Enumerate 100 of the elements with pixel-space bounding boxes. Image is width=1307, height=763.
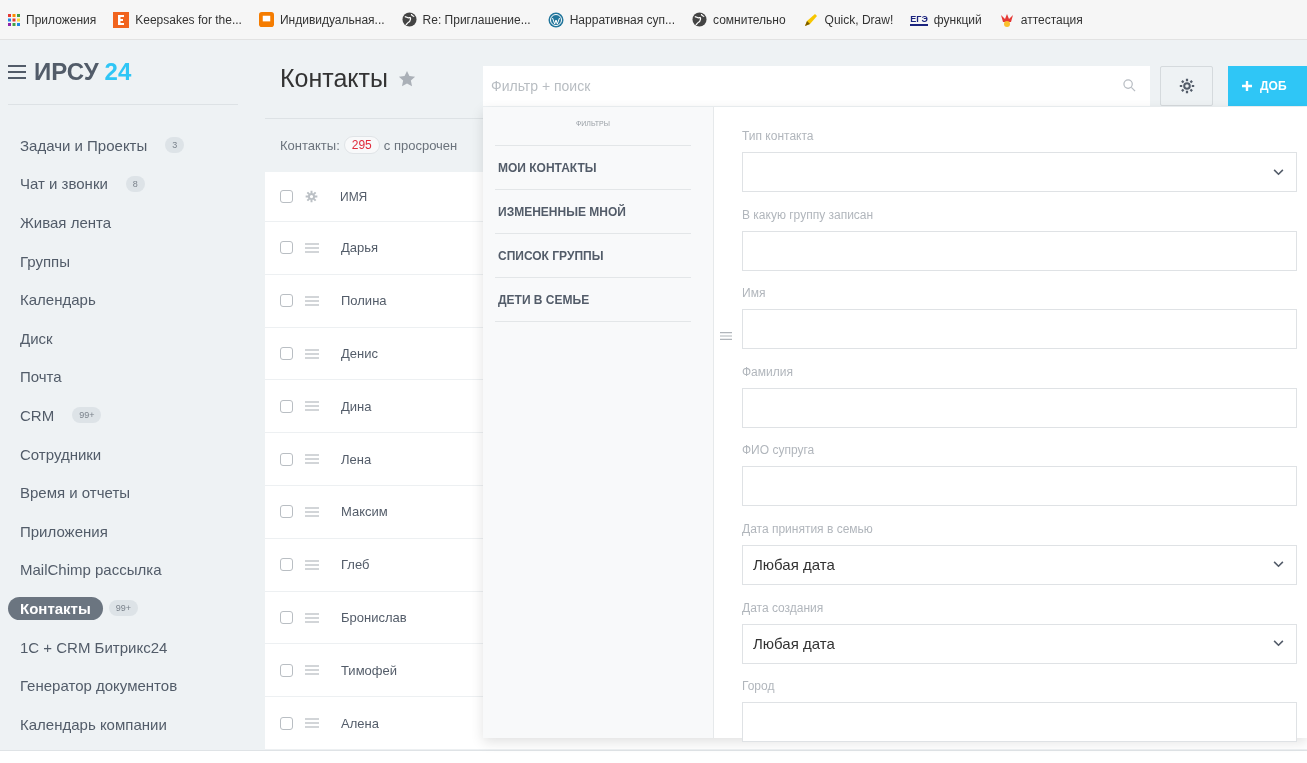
checkbox[interactable] bbox=[280, 611, 293, 624]
sidebar-item[interactable]: Чат и звонки bbox=[0, 172, 120, 196]
chevron-down-icon bbox=[1273, 168, 1284, 176]
contact-name[interactable]: Лена bbox=[341, 451, 372, 467]
drag-handle-icon[interactable] bbox=[305, 506, 319, 517]
input-field[interactable] bbox=[742, 230, 1297, 271]
input-field[interactable] bbox=[742, 309, 1297, 350]
bookmark-link[interactable]: ЕГЭ функций bbox=[910, 12, 982, 27]
sidebar-item[interactable]: Живая лента bbox=[0, 211, 124, 234]
drag-handle-icon[interactable] bbox=[305, 242, 319, 253]
filter-preset[interactable]: СПИСОК ГРУППЫ bbox=[495, 248, 604, 263]
sidebar-item[interactable]: Диск bbox=[0, 326, 65, 350]
sidebar-item[interactable]: Почта bbox=[0, 365, 74, 389]
count-badge: 99+ bbox=[72, 407, 102, 424]
drag-handle-icon[interactable] bbox=[305, 401, 319, 412]
drag-handle-icon[interactable] bbox=[305, 348, 319, 359]
drag-handle-icon[interactable] bbox=[305, 665, 319, 676]
bookmark-link[interactable]: сомнительно bbox=[692, 12, 786, 27]
settings-icon bbox=[1178, 78, 1195, 94]
dropdown-field[interactable] bbox=[742, 152, 1297, 192]
drag-handle-icon[interactable] bbox=[720, 331, 732, 341]
bookmark-link[interactable]: Приложения bbox=[8, 12, 97, 27]
sidebar-item[interactable]: Сотрудники bbox=[0, 442, 114, 466]
sidebar-item[interactable]: CRM bbox=[0, 403, 67, 427]
sidebar-item[interactable]: 1С + CRM Битрикс24 bbox=[0, 635, 180, 659]
input-field[interactable] bbox=[742, 702, 1297, 743]
bookmark-link[interactable]: Индивидуальная... bbox=[258, 12, 385, 27]
input-field[interactable] bbox=[742, 466, 1297, 507]
search-field[interactable]: Фильтр + поиск bbox=[483, 66, 1150, 106]
field-label: Фамилия bbox=[742, 364, 794, 381]
contact-name[interactable]: Дарья bbox=[341, 240, 379, 256]
count-badge: 99+ bbox=[108, 600, 138, 617]
dropdown-field[interactable]: Любая дата bbox=[742, 623, 1297, 664]
contact-name[interactable]: Денис bbox=[341, 346, 378, 361]
drag-handle-icon[interactable] bbox=[305, 612, 319, 623]
checkbox[interactable] bbox=[280, 452, 293, 466]
field-label: Дата создания bbox=[742, 600, 825, 617]
star-icon[interactable] bbox=[398, 69, 416, 88]
checkbox[interactable] bbox=[280, 663, 293, 677]
column-header[interactable]: ИМЯ bbox=[340, 189, 368, 204]
gear-icon[interactable] bbox=[305, 190, 318, 204]
field-label: ФИО супруга bbox=[742, 443, 816, 460]
sidebar-item[interactable]: MailChimp рассылка bbox=[0, 558, 174, 582]
sidebar-item[interactable]: Генератор документов bbox=[0, 674, 190, 698]
counter-badge: 295 bbox=[343, 136, 380, 155]
filter-preset[interactable]: МОИ КОНТАКТЫ bbox=[495, 160, 597, 175]
contact-name[interactable]: Максим bbox=[341, 504, 388, 520]
bookmark-link[interactable]: Quick, Draw! bbox=[802, 11, 894, 28]
drag-handle-icon[interactable] bbox=[305, 718, 319, 729]
dropdown-field[interactable]: Любая дата bbox=[742, 544, 1297, 585]
count-badge: 3 bbox=[165, 137, 185, 154]
contact-name[interactable]: Глеб bbox=[341, 557, 370, 573]
sidebar-item[interactable]: Задачи и Проекты bbox=[0, 133, 160, 157]
checkbox[interactable] bbox=[280, 347, 293, 360]
sidebar-item[interactable]: Группы bbox=[0, 249, 82, 273]
pencil-icon bbox=[802, 11, 819, 28]
page-title: Контакты bbox=[280, 64, 388, 94]
bookmark-logo: ЕГЭ bbox=[910, 13, 928, 26]
counter-label: Контакты: bbox=[280, 137, 340, 153]
logo-text[interactable]: ИРСУ bbox=[34, 58, 99, 86]
contact-name[interactable]: Дина bbox=[341, 398, 372, 414]
field-label: Тип контакта bbox=[742, 129, 815, 145]
sidebar-item[interactable]: Время и отчеты bbox=[0, 481, 143, 505]
checkbox[interactable] bbox=[280, 505, 293, 519]
globe-icon bbox=[692, 12, 707, 27]
wordpress-icon bbox=[547, 11, 564, 28]
settings-button[interactable] bbox=[1160, 66, 1213, 106]
filter-preset[interactable]: ИЗМЕНЕННЫЕ МНОЙ bbox=[495, 204, 626, 219]
filter-preset[interactable]: ДЕТИ В СЕМЬЕ bbox=[495, 292, 590, 307]
drag-handle-icon[interactable] bbox=[305, 454, 319, 465]
letter-e-icon bbox=[113, 11, 130, 28]
square-icon bbox=[258, 12, 274, 27]
drag-handle-icon[interactable] bbox=[305, 295, 319, 306]
field-label: Имя bbox=[742, 286, 767, 303]
contact-name[interactable]: Алена bbox=[341, 715, 379, 731]
bookmark-link[interactable]: Re: Приглашение... bbox=[401, 12, 531, 27]
chevron-down-icon bbox=[1273, 640, 1284, 648]
checkbox[interactable] bbox=[280, 558, 293, 572]
search-icon[interactable] bbox=[1123, 79, 1136, 92]
input-field[interactable] bbox=[742, 387, 1297, 428]
contact-name[interactable]: Тимофей bbox=[341, 662, 397, 678]
menu-icon[interactable] bbox=[8, 65, 26, 79]
sidebar-item[interactable]: Контакты bbox=[8, 596, 103, 620]
bookmark-link[interactable]: Keepsakes for the... bbox=[113, 11, 242, 28]
field-label: В какую группу записан bbox=[742, 207, 875, 224]
contact-name[interactable]: Бронислав bbox=[341, 610, 407, 625]
apps-grid-icon bbox=[8, 13, 20, 26]
checkbox[interactable] bbox=[280, 716, 293, 730]
checkbox[interactable] bbox=[280, 190, 293, 204]
bookmark-link[interactable]: Нарративная суп... bbox=[547, 11, 675, 28]
contact-name[interactable]: Полина bbox=[341, 293, 387, 309]
checkbox[interactable] bbox=[280, 399, 293, 413]
bookmark-link[interactable]: аттестация bbox=[998, 11, 1083, 28]
drag-handle-icon[interactable] bbox=[305, 559, 319, 570]
sidebar-item[interactable]: Приложения bbox=[0, 519, 120, 543]
sidebar-item[interactable]: Календарь bbox=[0, 288, 108, 312]
field-label: Дата принятия в семью bbox=[742, 521, 874, 538]
sidebar-item[interactable]: Календарь компании bbox=[0, 712, 179, 736]
checkbox[interactable] bbox=[280, 294, 293, 308]
checkbox[interactable] bbox=[280, 241, 293, 255]
